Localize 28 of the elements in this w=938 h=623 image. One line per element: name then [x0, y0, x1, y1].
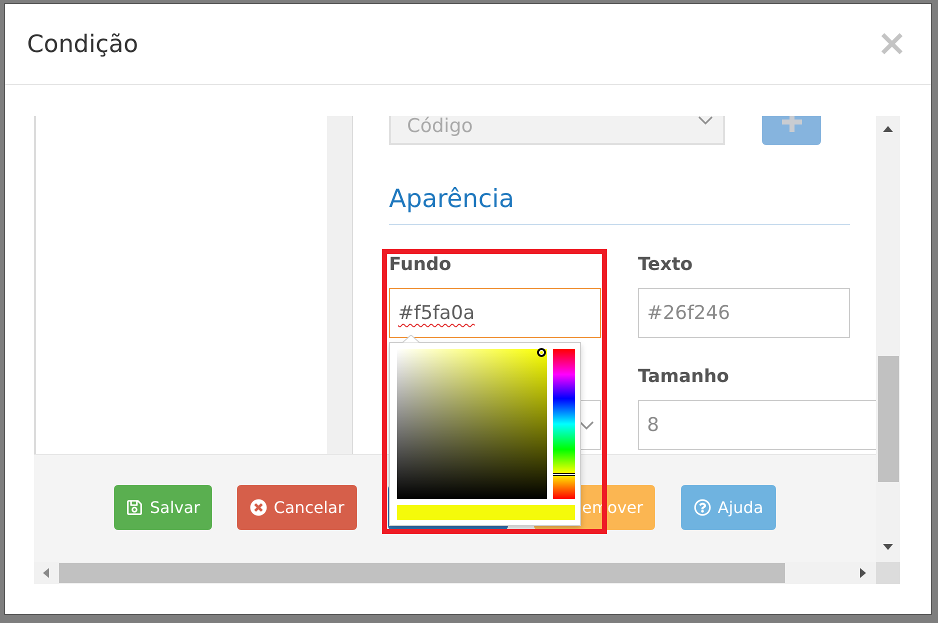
field-label: Tamanho: [638, 365, 730, 389]
plus-icon: [782, 116, 802, 132]
color-input-field[interactable]: #26f246: [638, 288, 850, 338]
section-title: Aparência: [389, 183, 514, 214]
field-label: Fundo: [389, 253, 452, 277]
vertical-scrollbar[interactable]: [876, 116, 900, 562]
scroll-up-arrow-icon[interactable]: [883, 126, 893, 132]
horizontal-scrollbar[interactable]: [34, 562, 876, 584]
chevron-down-icon: [698, 116, 713, 125]
help-button[interactable]: Ajuda: [681, 485, 776, 530]
hue-slider-handle[interactable]: [553, 472, 575, 476]
color-selection-handle[interactable]: [537, 348, 546, 357]
scroll-left-arrow-icon[interactable]: [43, 568, 49, 578]
saturation-area[interactable]: [397, 349, 547, 499]
scroll-thumb[interactable]: [59, 563, 785, 583]
scroll-thumb[interactable]: [878, 356, 898, 482]
cancel-button[interactable]: Cancelar: [237, 485, 357, 530]
chevron-down-icon: [579, 420, 594, 430]
scroll-down-arrow-icon[interactable]: [883, 544, 893, 550]
scrollbar-corner: [876, 562, 900, 584]
scroll-right-arrow-icon[interactable]: [860, 568, 866, 578]
color-input-field[interactable]: #f5fa0a: [389, 288, 601, 338]
number-input-field[interactable]: 8: [638, 400, 876, 450]
dialog-title: Condição: [27, 29, 138, 59]
hue-slider[interactable]: [553, 349, 575, 499]
field-label: Texto: [638, 253, 693, 277]
save-button[interactable]: Salvar: [114, 485, 212, 530]
close-button[interactable]: ×: [876, 29, 907, 59]
